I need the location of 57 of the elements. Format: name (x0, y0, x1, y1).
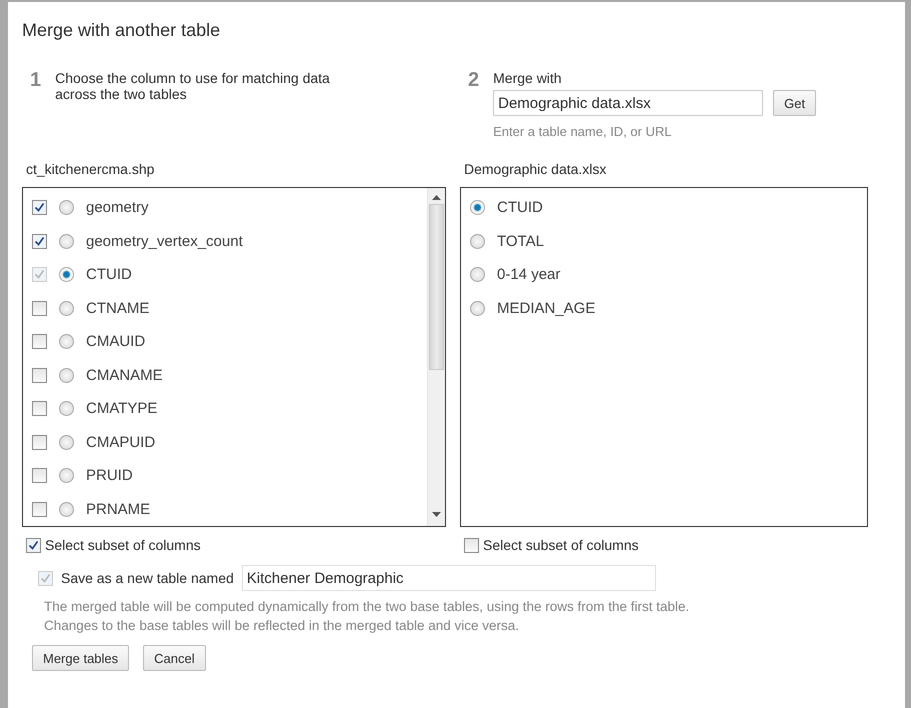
cancel-button[interactable]: Cancel (143, 645, 206, 671)
column-name: TOTAL (497, 232, 544, 250)
column-name: CMAUID (86, 333, 146, 350)
dialog-title: Merge with another table (22, 20, 222, 41)
table-name-field[interactable]: Demographic data.xlsx (493, 90, 764, 116)
merge-with-label: Merge with (493, 69, 563, 86)
column-name: geometry (86, 199, 149, 216)
column-name: CMANAME (86, 366, 163, 384)
column-name: CMAPUID (86, 434, 156, 451)
column-checkbox[interactable] (32, 401, 47, 416)
column-name: CMATYPE (86, 400, 158, 418)
match-radio[interactable] (59, 234, 74, 249)
match-radio[interactable] (59, 434, 74, 450)
match-radio[interactable] (59, 200, 74, 216)
scroll-up-icon[interactable] (432, 194, 441, 200)
column-checkbox[interactable] (32, 300, 47, 316)
match-radio[interactable] (470, 234, 485, 249)
checkbox-label: Select subset of columns (45, 537, 201, 553)
match-radio[interactable] (470, 267, 485, 282)
checkbox-label: Select subset of columns (483, 537, 639, 553)
subset-checkbox[interactable] (26, 538, 41, 552)
column-name: PRNAME (86, 500, 150, 518)
match-radio[interactable] (59, 502, 74, 517)
match-radio[interactable] (59, 401, 74, 416)
column-checkbox[interactable] (32, 502, 47, 517)
scroll-down-icon[interactable] (432, 512, 441, 518)
column-checkbox[interactable] (32, 468, 47, 484)
match-radio[interactable] (59, 468, 74, 484)
field-hint: Enter a table name, ID, or URL (493, 124, 673, 139)
match-radio[interactable] (59, 300, 74, 316)
step-instruction: Choose the column to use for matching data across the two tables (55, 69, 331, 102)
column-name: CTUID (86, 266, 132, 284)
subset-checkbox[interactable] (464, 538, 479, 552)
get-button[interactable]: Get (773, 90, 816, 116)
table-name: ct_kitchenercma.shp (26, 161, 156, 177)
match-radio[interactable] (470, 200, 485, 216)
column-name: 0-14 year (497, 266, 560, 284)
column-checkbox[interactable] (32, 200, 47, 216)
column-checkbox[interactable] (32, 368, 47, 383)
table-name: Demographic data.xlsx (464, 161, 608, 177)
merge-tables-button[interactable]: Merge tables (32, 645, 130, 671)
column-checkbox[interactable] (32, 434, 47, 450)
checkbox-label: Save as a new table named (61, 570, 234, 586)
step-number: 2 (468, 69, 480, 91)
column-checkbox[interactable] (32, 234, 47, 249)
column-name: MEDIAN_AGE (497, 300, 596, 317)
column-name: PRUID (86, 467, 133, 484)
merge-note: The merged table will be computed dynamically from the two base tables, using the rows from the first table. Changes to the base tables will be reflected in the merged table and vice versa. (44, 598, 690, 635)
scrollbar[interactable] (427, 188, 445, 526)
match-radio[interactable] (470, 300, 485, 316)
column-name: CTNAME (86, 300, 150, 317)
column-checkbox[interactable] (32, 334, 47, 350)
match-radio[interactable] (59, 368, 74, 383)
match-radio[interactable] (59, 334, 74, 350)
step-number: 1 (30, 69, 42, 91)
column-name: CTUID (497, 199, 543, 216)
column-name: geometry_vertex_count (86, 232, 243, 250)
